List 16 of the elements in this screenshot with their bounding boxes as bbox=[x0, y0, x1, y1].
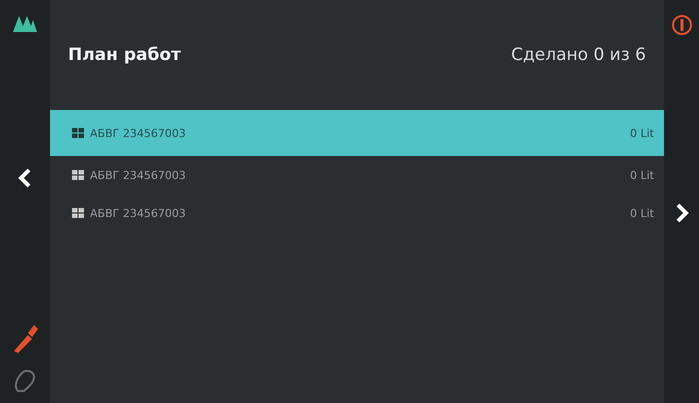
job-amount: 0 Lit bbox=[630, 168, 654, 182]
job-code: АБВГ 234567003 bbox=[90, 206, 186, 220]
page-title: План работ bbox=[68, 45, 181, 65]
progress-text: Сделано 0 из 6 bbox=[511, 45, 646, 65]
logo-icon bbox=[13, 14, 37, 32]
job-row[interactable]: АБВГ 234567003 0 Lit bbox=[50, 110, 664, 156]
job-code: АБВГ 234567003 bbox=[90, 168, 186, 182]
pallet-icon bbox=[72, 208, 84, 218]
job-amount: 0 Lit bbox=[630, 126, 654, 140]
job-amount: 0 Lit bbox=[630, 206, 654, 220]
job-code: АБВГ 234567003 bbox=[90, 126, 186, 140]
job-row[interactable]: АБВГ 234567003 0 Lit bbox=[50, 194, 664, 232]
job-row[interactable]: АБВГ 234567003 0 Lit bbox=[50, 156, 664, 194]
pallet-icon bbox=[72, 128, 84, 138]
alert-icon[interactable] bbox=[670, 14, 692, 36]
pallet-icon bbox=[72, 170, 84, 180]
